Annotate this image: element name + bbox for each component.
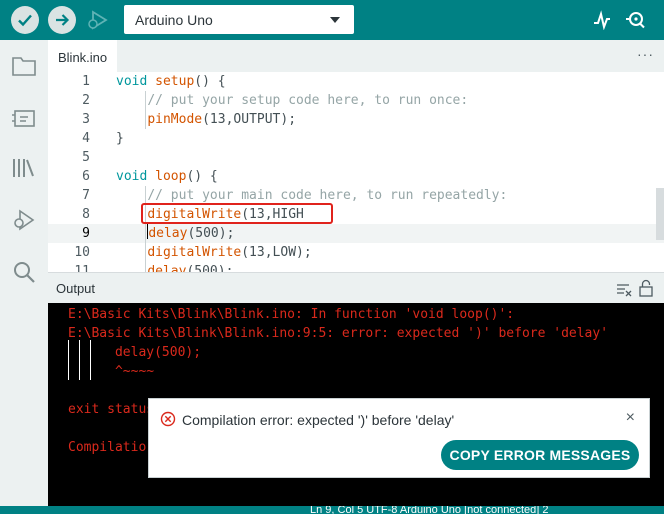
error-annotation-box bbox=[141, 203, 333, 224]
editor-tabbar: Blink.ino ··· bbox=[48, 40, 664, 72]
code-line[interactable]: 1 void setup() { bbox=[48, 72, 664, 91]
tab-blink[interactable]: Blink.ino bbox=[48, 40, 118, 72]
console-line: exit status bbox=[68, 402, 155, 417]
lock-icon bbox=[639, 279, 653, 297]
line-number: 7 bbox=[82, 188, 90, 203]
board-selector-label: Arduino Uno bbox=[135, 11, 213, 28]
upload-button[interactable] bbox=[48, 6, 76, 34]
code-text: void loop() { bbox=[116, 169, 218, 184]
sidebar bbox=[0, 40, 48, 514]
serial-plotter-button[interactable] bbox=[590, 8, 614, 32]
code-text: digitalWrite(13,LOW); bbox=[147, 245, 312, 260]
code-line[interactable]: 7 // put your main code here, to run rep… bbox=[48, 186, 664, 205]
error-icon bbox=[160, 411, 176, 427]
clear-output-button[interactable] bbox=[616, 281, 632, 297]
code-line[interactable]: 2 // put your setup code here, to run on… bbox=[48, 91, 664, 110]
code-text: delay(500); bbox=[147, 224, 235, 241]
sketchbook-button[interactable] bbox=[10, 52, 38, 80]
console-line: E:\Basic Kits\Blink\Blink.ino:9:5: error… bbox=[68, 326, 609, 341]
code-editor[interactable]: 1 void setup() { 2 // put your setup code … bbox=[48, 72, 664, 272]
board-selector[interactable]: Arduino Uno bbox=[124, 5, 354, 34]
toolbar: Arduino Uno bbox=[0, 0, 664, 40]
line-number: 2 bbox=[82, 93, 90, 108]
console-line: ^~~~~ bbox=[68, 364, 155, 379]
debug-button[interactable] bbox=[84, 6, 112, 34]
line-number: 8 bbox=[82, 207, 90, 222]
status-bar: Ln 9, Col 5 UTF-8 Arduino Uno [not conne… bbox=[0, 506, 664, 514]
library-icon bbox=[13, 159, 34, 177]
console-line: delay(500); bbox=[68, 345, 202, 360]
board-icon bbox=[12, 110, 35, 127]
debug-icon bbox=[14, 209, 35, 231]
code-text: } bbox=[116, 131, 124, 146]
close-icon[interactable]: × bbox=[626, 409, 635, 427]
clear-list-icon bbox=[617, 284, 632, 297]
code-line[interactable]: 4} bbox=[48, 129, 664, 148]
search-icon bbox=[14, 262, 35, 283]
chevron-down-icon bbox=[330, 17, 340, 23]
arrow-right-icon bbox=[56, 14, 70, 26]
status-text: Ln 9, Col 5 UTF-8 Arduino Uno [not conne… bbox=[310, 506, 549, 514]
checkmark-icon bbox=[18, 14, 32, 27]
code-text: delay(500); bbox=[147, 264, 234, 272]
code-text: void setup() { bbox=[116, 74, 226, 89]
code-line[interactable]: 5 bbox=[48, 148, 664, 167]
line-number: 6 bbox=[82, 169, 90, 184]
output-panel-header: Output bbox=[48, 272, 664, 303]
code-line[interactable]: 9 delay(500); bbox=[48, 224, 664, 243]
line-number: 1 bbox=[82, 74, 90, 89]
error-notification: Compilation error: expected ')' before '… bbox=[148, 398, 650, 478]
debug-icon bbox=[88, 10, 108, 30]
line-number: 3 bbox=[82, 112, 90, 127]
code-line[interactable]: 3 pinMode(13,OUTPUT); bbox=[48, 110, 664, 129]
serial-monitor-button[interactable] bbox=[624, 8, 648, 32]
folder-icon bbox=[12, 57, 36, 76]
pulse-icon bbox=[594, 10, 610, 30]
code-text: pinMode(13,OUTPUT); bbox=[147, 112, 297, 127]
line-number: 10 bbox=[74, 245, 90, 260]
boards-manager-button[interactable] bbox=[10, 104, 38, 132]
code-line[interactable]: 10 digitalWrite(13,LOW); bbox=[48, 243, 664, 262]
code-text: // put your setup code here, to run once… bbox=[147, 93, 469, 108]
console-line: E:\Basic Kits\Blink\Blink.ino: In functi… bbox=[68, 307, 515, 322]
library-manager-button[interactable] bbox=[10, 154, 38, 182]
scroll-lock-button[interactable] bbox=[638, 279, 654, 297]
verify-button[interactable] bbox=[11, 6, 39, 34]
line-number: 9 bbox=[82, 226, 90, 241]
notification-message: Compilation error: expected ')' before '… bbox=[182, 412, 455, 428]
line-number: 11 bbox=[74, 264, 90, 272]
more-options-icon[interactable]: ··· bbox=[637, 46, 654, 62]
editor-scrollbar[interactable] bbox=[656, 188, 664, 240]
magnifier-icon bbox=[626, 12, 645, 29]
code-line[interactable]: 6 void loop() { bbox=[48, 167, 664, 186]
line-number: 4 bbox=[82, 131, 90, 146]
debugger-button[interactable] bbox=[10, 206, 38, 234]
console-line: Compilatio bbox=[68, 440, 147, 455]
line-number: 5 bbox=[82, 150, 90, 165]
output-title: Output bbox=[56, 281, 96, 296]
code-line[interactable]: 11 delay(500); bbox=[48, 262, 664, 272]
copy-error-messages-button[interactable]: COPY ERROR MESSAGES bbox=[441, 440, 639, 470]
search-button[interactable] bbox=[10, 258, 38, 286]
